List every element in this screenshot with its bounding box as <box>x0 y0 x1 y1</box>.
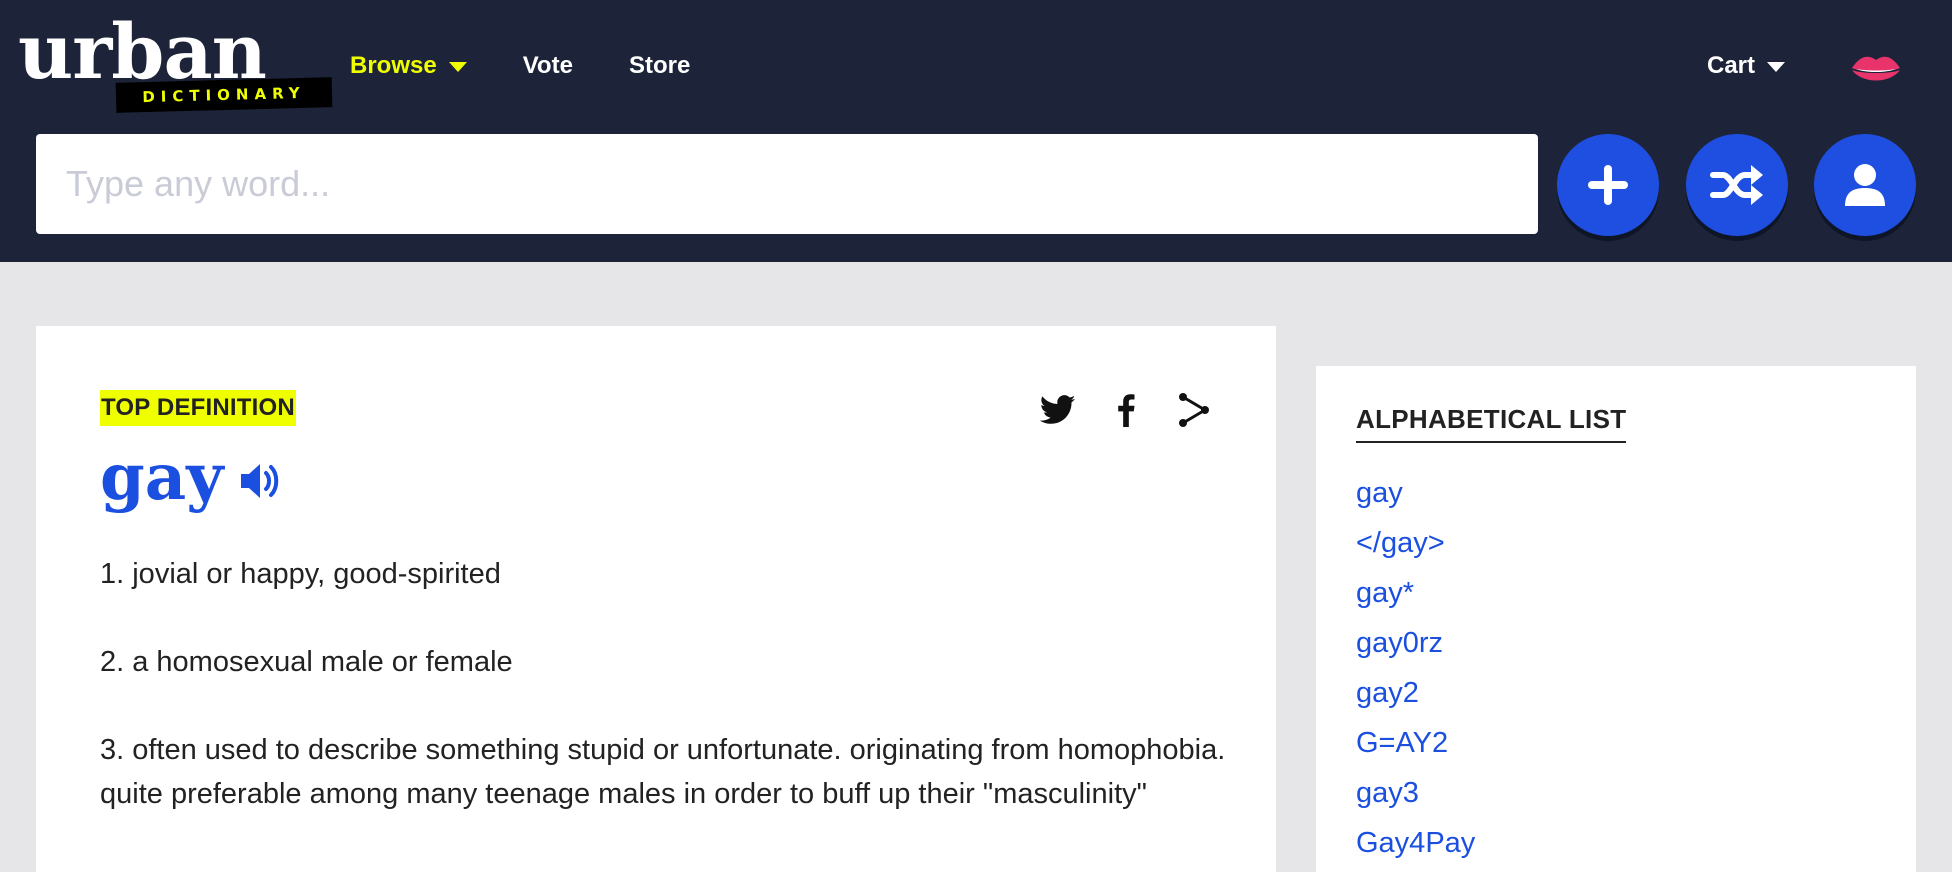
definition-card: TOP DEFINITION gay 1. jovial or happy, g… <box>36 326 1276 872</box>
nav-browse[interactable]: Browse <box>350 52 467 80</box>
twitter-icon <box>1040 395 1076 424</box>
meaning-item: 3. often used to describe something stup… <box>100 734 1226 810</box>
definition-meaning: 1. jovial or happy, good-spirited 2. a h… <box>100 552 1230 860</box>
list-item[interactable]: gay2 <box>1356 668 1475 718</box>
logo-tagline: DICTIONARY <box>115 77 333 113</box>
add-definition-button[interactable] <box>1557 134 1659 236</box>
definition-word[interactable]: gay <box>100 446 223 510</box>
cart-label: Cart <box>1707 52 1756 79</box>
lips-icon[interactable] <box>1850 50 1902 88</box>
list-item[interactable]: </gay> <box>1356 518 1475 568</box>
chevron-down-icon <box>448 62 467 72</box>
speaker-icon[interactable] <box>237 459 281 503</box>
alphabetical-list: gay </gay> gay* gay0rz gay2 G=AY2 gay3 G… <box>1356 468 1475 868</box>
facebook-share-button[interactable] <box>1106 390 1146 430</box>
shuffle-icon <box>1710 165 1763 205</box>
nav-store-label: Store <box>628 52 691 79</box>
list-item[interactable]: G=AY2 <box>1356 718 1475 768</box>
plus-icon <box>1588 165 1628 205</box>
list-item[interactable]: gay* <box>1356 568 1475 618</box>
twitter-share-button[interactable] <box>1038 390 1078 430</box>
nav-vote[interactable]: Vote <box>523 52 573 80</box>
logo-word: urban <box>18 7 267 96</box>
alphabetical-list-panel: ALPHABETICAL LIST gay </gay> gay* gay0rz… <box>1316 366 1916 872</box>
user-profile-button[interactable] <box>1814 134 1916 236</box>
nav-browse-label: Browse <box>350 52 437 79</box>
share-button[interactable] <box>1174 390 1214 430</box>
facebook-icon <box>1118 394 1135 427</box>
nav-vote-label: Vote <box>522 52 573 79</box>
user-icon <box>1845 164 1885 206</box>
share-icon <box>1179 393 1209 427</box>
main-nav: Browse Vote Store <box>350 52 690 80</box>
list-item[interactable]: gay0rz <box>1356 618 1475 668</box>
site-header: urban DICTIONARY Browse Vote Store Cart <box>0 0 1952 262</box>
site-logo[interactable]: urban DICTIONARY <box>16 7 333 118</box>
list-item[interactable]: gay <box>1356 468 1475 518</box>
list-item[interactable]: gay3 <box>1356 768 1475 818</box>
definition-word-heading: gay <box>100 446 281 510</box>
meaning-item: 2. a homosexual male or female <box>100 646 513 678</box>
alphabetical-list-title: ALPHABETICAL LIST <box>1356 404 1627 443</box>
top-definition-badge: TOP DEFINITION <box>100 390 296 426</box>
chevron-down-icon <box>1767 62 1786 72</box>
list-item[interactable]: Gay4Pay <box>1356 818 1475 868</box>
cart-menu[interactable]: Cart <box>1707 52 1786 80</box>
search-input[interactable] <box>36 134 1538 234</box>
meaning-item: 1. jovial or happy, good-spirited <box>100 558 501 590</box>
random-word-button[interactable] <box>1686 134 1788 236</box>
nav-store[interactable]: Store <box>629 52 690 80</box>
